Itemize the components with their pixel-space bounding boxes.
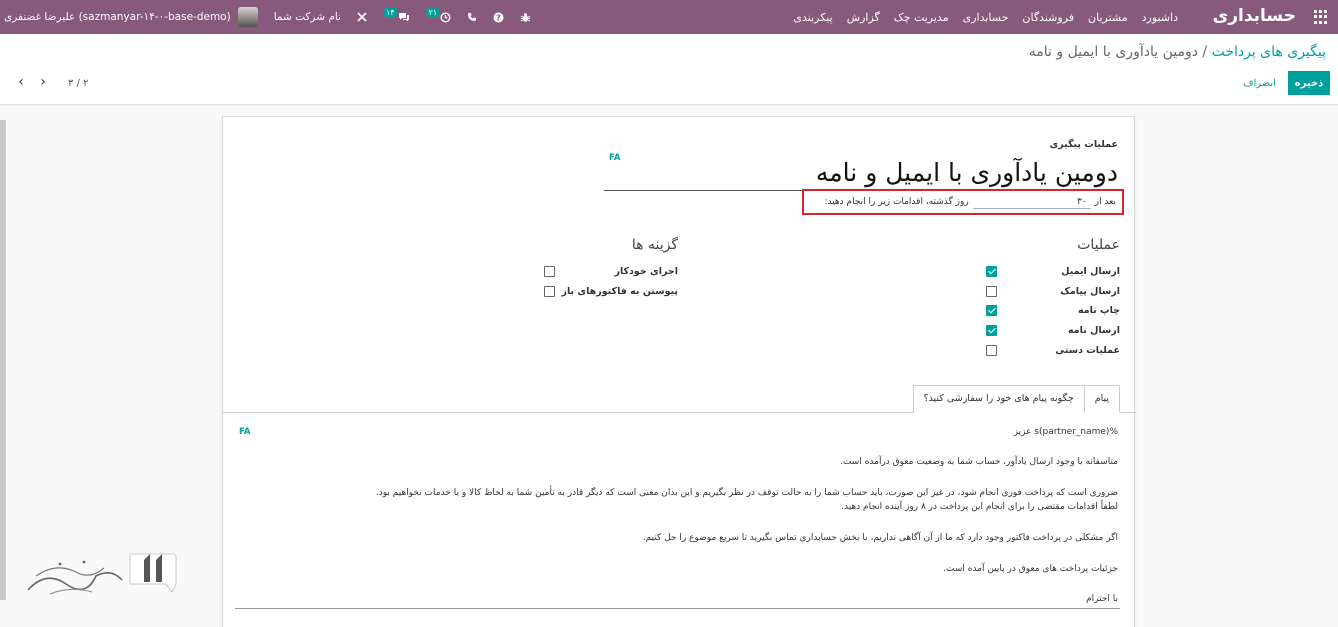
title-field[interactable]: دومین یادآوری با ایمیل و نامه (604, 155, 1120, 191)
operation-label: ارسال ایمیل (1061, 265, 1120, 277)
menu-item-configuration[interactable]: پیکربندی (793, 11, 832, 24)
apps-grid-icon[interactable] (1314, 10, 1328, 24)
menu-item-vendors[interactable]: فروشندگان (1022, 11, 1074, 24)
message-line: ضروری است که پرداخت فوری انجام شود، در غ… (375, 488, 1118, 498)
tab-message[interactable]: پیام (1083, 385, 1120, 413)
print-letter-checkbox[interactable] (986, 304, 997, 316)
svg-text:?: ? (496, 13, 501, 22)
delay-field-highlight: بعد از ۳۰ روز گذشته، اقدامات زیر را انجا… (802, 189, 1124, 215)
delay-suffix: روز گذشته، اقدامات زیر را انجام دهید: (824, 197, 969, 207)
tools-icon[interactable] (357, 12, 367, 22)
operation-label: عملیات دستی (1055, 344, 1120, 356)
option-label: اجرای خودکار (614, 265, 678, 277)
help-icon[interactable]: ? (493, 12, 504, 23)
breadcrumb-parent-link[interactable]: پیگیری های پرداخت (1212, 44, 1326, 60)
operation-send-letter: ارسال نامه (986, 322, 1120, 338)
menu-item-check-management[interactable]: مدیریت چک (894, 11, 949, 24)
tab-customize-help[interactable]: چگونه پیام های خود را سفارشی کنید؟ (912, 385, 1085, 413)
form-sheet: عملیات پیگیری FA دومین یادآوری با ایمیل … (222, 116, 1136, 627)
clock-icon[interactable]: ۲۱ (425, 6, 452, 23)
phone-icon[interactable] (467, 12, 477, 22)
systray: علیرضا غضنفری (sazmanyar-۱۴-۰-base-demo)… (4, 6, 547, 28)
message-count-badge: ۱۴ (382, 6, 398, 18)
pager-value[interactable]: ۳ / ۲ (68, 78, 88, 89)
user-name: علیرضا غضنفری (sazmanyar-۱۴-۰-base-demo) (4, 11, 231, 23)
save-button[interactable]: ذخیره (1288, 71, 1330, 95)
message-line: جزئیات پرداخت های معوق در پایین آمده است… (943, 564, 1118, 574)
operation-send-email: ارسال ایمیل (986, 263, 1120, 279)
avatar (237, 7, 258, 27)
operation-label: ارسال نامه (1068, 324, 1120, 336)
send-sms-checkbox[interactable] (986, 285, 997, 297)
pager-previous-icon[interactable]: ‹ (10, 74, 32, 92)
send-letter-checkbox[interactable] (986, 324, 997, 336)
company-switcher[interactable]: نام شرکت شما (274, 11, 341, 23)
message-line: %s(partner_name) عزیز (1013, 427, 1118, 437)
breadcrumb-current: دومین یادآوری با ایمیل و نامه (1028, 44, 1198, 60)
message-line: با احترام (1086, 594, 1118, 604)
menu-item-reporting[interactable]: گزارش (847, 11, 880, 24)
watermark-logo (27, 553, 177, 595)
control-panel: پیگیری های پرداخت / دومین یادآوری با ایم… (0, 34, 1338, 105)
auto-execute-checkbox[interactable] (544, 265, 555, 277)
option-label: پیوستن به فاکتورهای باز (561, 285, 678, 297)
message-line: لطفاً اقدامات مقتضی را برای انجام این پر… (841, 502, 1118, 512)
top-navbar: حسابداری داشبورد مشتریان فروشندگان حسابد… (0, 0, 1338, 34)
notebook-tabs: پیام چگونه پیام های خود را سفارشی کنید؟ (912, 385, 1120, 413)
pager-next-icon[interactable]: › (32, 74, 54, 92)
options-title: گزینه ها (631, 237, 678, 253)
menu-item-customers[interactable]: مشتریان (1088, 11, 1128, 24)
operation-manual-action: عملیات دستی (986, 342, 1120, 358)
left-scroll-strip (0, 120, 6, 600)
option-auto-execute: اجرای خودکار (544, 263, 678, 279)
operations-title: عملیات (1077, 237, 1120, 253)
discard-button[interactable]: انصراف (1235, 71, 1284, 95)
form-area: عملیات پیگیری FA دومین یادآوری با ایمیل … (0, 106, 1338, 627)
operation-label: ارسال پیامک (1060, 285, 1120, 297)
breadcrumb: پیگیری های پرداخت / دومین یادآوری با ایم… (1029, 44, 1326, 60)
menu-item-accounting[interactable]: حسابداری (963, 11, 1009, 24)
delay-days-input[interactable]: ۳۰ (972, 196, 1091, 209)
message-line: متاسفانه با وجود ارسال یادآور، حساب شما … (840, 457, 1118, 467)
section-label: عملیات پیگیری (1049, 139, 1119, 150)
chat-icon[interactable]: ۱۴ (382, 6, 410, 23)
delay-prefix: بعد از (1094, 197, 1116, 207)
message-language-button[interactable]: FA (239, 427, 250, 437)
main-menu: داشبورد مشتریان فروشندگان حسابداری مدیری… (793, 11, 1178, 24)
operation-send-sms: ارسال پیامک (986, 283, 1120, 299)
message-line: اگر مشکلی در پرداخت فاکتور وجود دارد که … (642, 533, 1118, 543)
operation-print-letter: چاپ نامه (986, 302, 1120, 318)
manual-action-checkbox[interactable] (986, 344, 997, 356)
message-divider (235, 608, 1120, 609)
pager: ‹ › ۳ / ۲ (10, 74, 88, 92)
send-email-checkbox[interactable] (986, 265, 997, 277)
user-menu[interactable]: علیرضا غضنفری (sazmanyar-۱۴-۰-base-demo) (4, 7, 258, 27)
app-brand[interactable]: حسابداری (1213, 6, 1296, 26)
menu-item-dashboard[interactable]: داشبورد (1142, 11, 1178, 24)
breadcrumb-separator: / (1202, 44, 1208, 60)
bug-icon[interactable] (520, 12, 531, 23)
operation-label: چاپ نامه (1077, 304, 1120, 316)
attach-open-invoices-checkbox[interactable] (544, 285, 555, 297)
option-attach-open-invoices: پیوستن به فاکتورهای باز (544, 283, 678, 299)
company-name: نام شرکت شما (273, 11, 341, 23)
activity-count-badge: ۲۱ (425, 6, 441, 18)
